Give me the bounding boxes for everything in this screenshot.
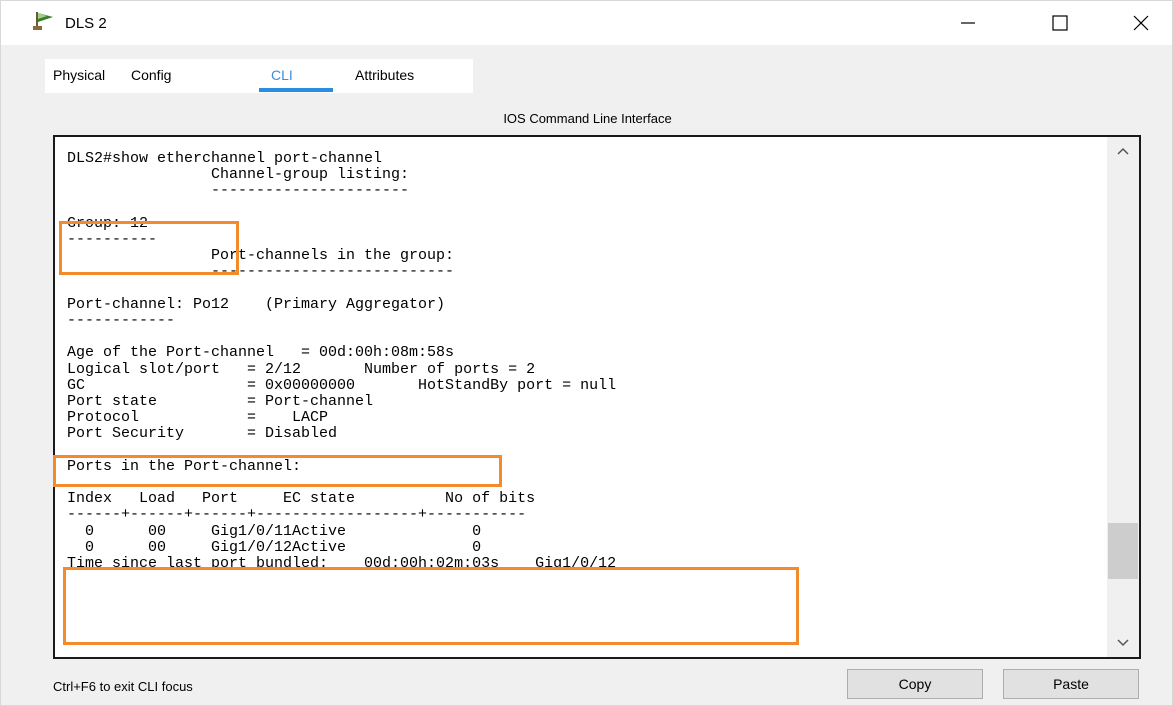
cli-line: ------+------+------+------------------+…: [67, 506, 527, 524]
cli-output: DLS2#show etherchannel port-channel Chan…: [67, 150, 617, 572]
title-bar[interactable]: DLS 2: [1, 1, 1172, 45]
cli-line: Logical slot/port = 2/12 Number of ports…: [67, 360, 536, 378]
scroll-down-icon[interactable]: [1117, 639, 1129, 647]
minimize-icon[interactable]: [945, 1, 991, 45]
close-icon[interactable]: [1119, 1, 1165, 45]
paste-button[interactable]: Paste: [1003, 669, 1139, 699]
cli-line: 0 00 Gig1/0/11Active 0: [67, 522, 482, 540]
tab-attributes[interactable]: Attributes: [355, 67, 414, 83]
cli-line: Port-channel: Po12 (Primary Aggregator): [67, 295, 446, 313]
packet-tracer-device-icon: [33, 12, 53, 30]
active-tab-indicator: [259, 88, 333, 92]
scroll-up-icon[interactable]: [1117, 147, 1129, 155]
cli-line: GC = 0x00000000 HotStandBy port = null: [67, 376, 617, 394]
copy-button[interactable]: Copy: [847, 669, 983, 699]
protocol-highlight-box: [53, 455, 502, 487]
panel-title: IOS Command Line Interface: [503, 111, 672, 126]
cli-line: Port state = Port-channel: [67, 393, 374, 411]
maximize-icon[interactable]: [1037, 1, 1083, 45]
focus-hint: Ctrl+F6 to exit CLI focus: [53, 679, 193, 694]
ports-highlight-box: [63, 567, 799, 645]
tab-bar: Physical Config CLI Attributes: [45, 59, 473, 93]
scrollbar-thumb[interactable]: [1108, 523, 1138, 579]
cli-line: ----------------------: [67, 182, 410, 200]
cli-line: Channel-group listing:: [67, 166, 410, 184]
tab-physical[interactable]: Physical: [53, 67, 105, 83]
cli-line: Protocol = LACP: [67, 409, 329, 427]
cli-line: 0 00 Gig1/0/12Active 0: [67, 538, 482, 556]
cli-line: Port Security = Disabled: [67, 425, 338, 443]
cli-line: ------------: [67, 312, 176, 330]
window-title: DLS 2: [65, 15, 107, 32]
cli-line: Index Load Port EC state No of bits: [67, 490, 536, 508]
device-window: DLS 2 Physical Config CLI Attributes IOS…: [0, 0, 1173, 706]
tab-config[interactable]: Config: [131, 67, 171, 83]
console-scrollbar[interactable]: [1107, 137, 1139, 657]
cli-line: Age of the Port-channel = 00d:00h:08m:58…: [67, 344, 455, 362]
group-highlight-box: [59, 221, 239, 275]
cli-line: DLS2#show etherchannel port-channel: [67, 150, 383, 167]
tab-cli[interactable]: CLI: [271, 67, 293, 83]
